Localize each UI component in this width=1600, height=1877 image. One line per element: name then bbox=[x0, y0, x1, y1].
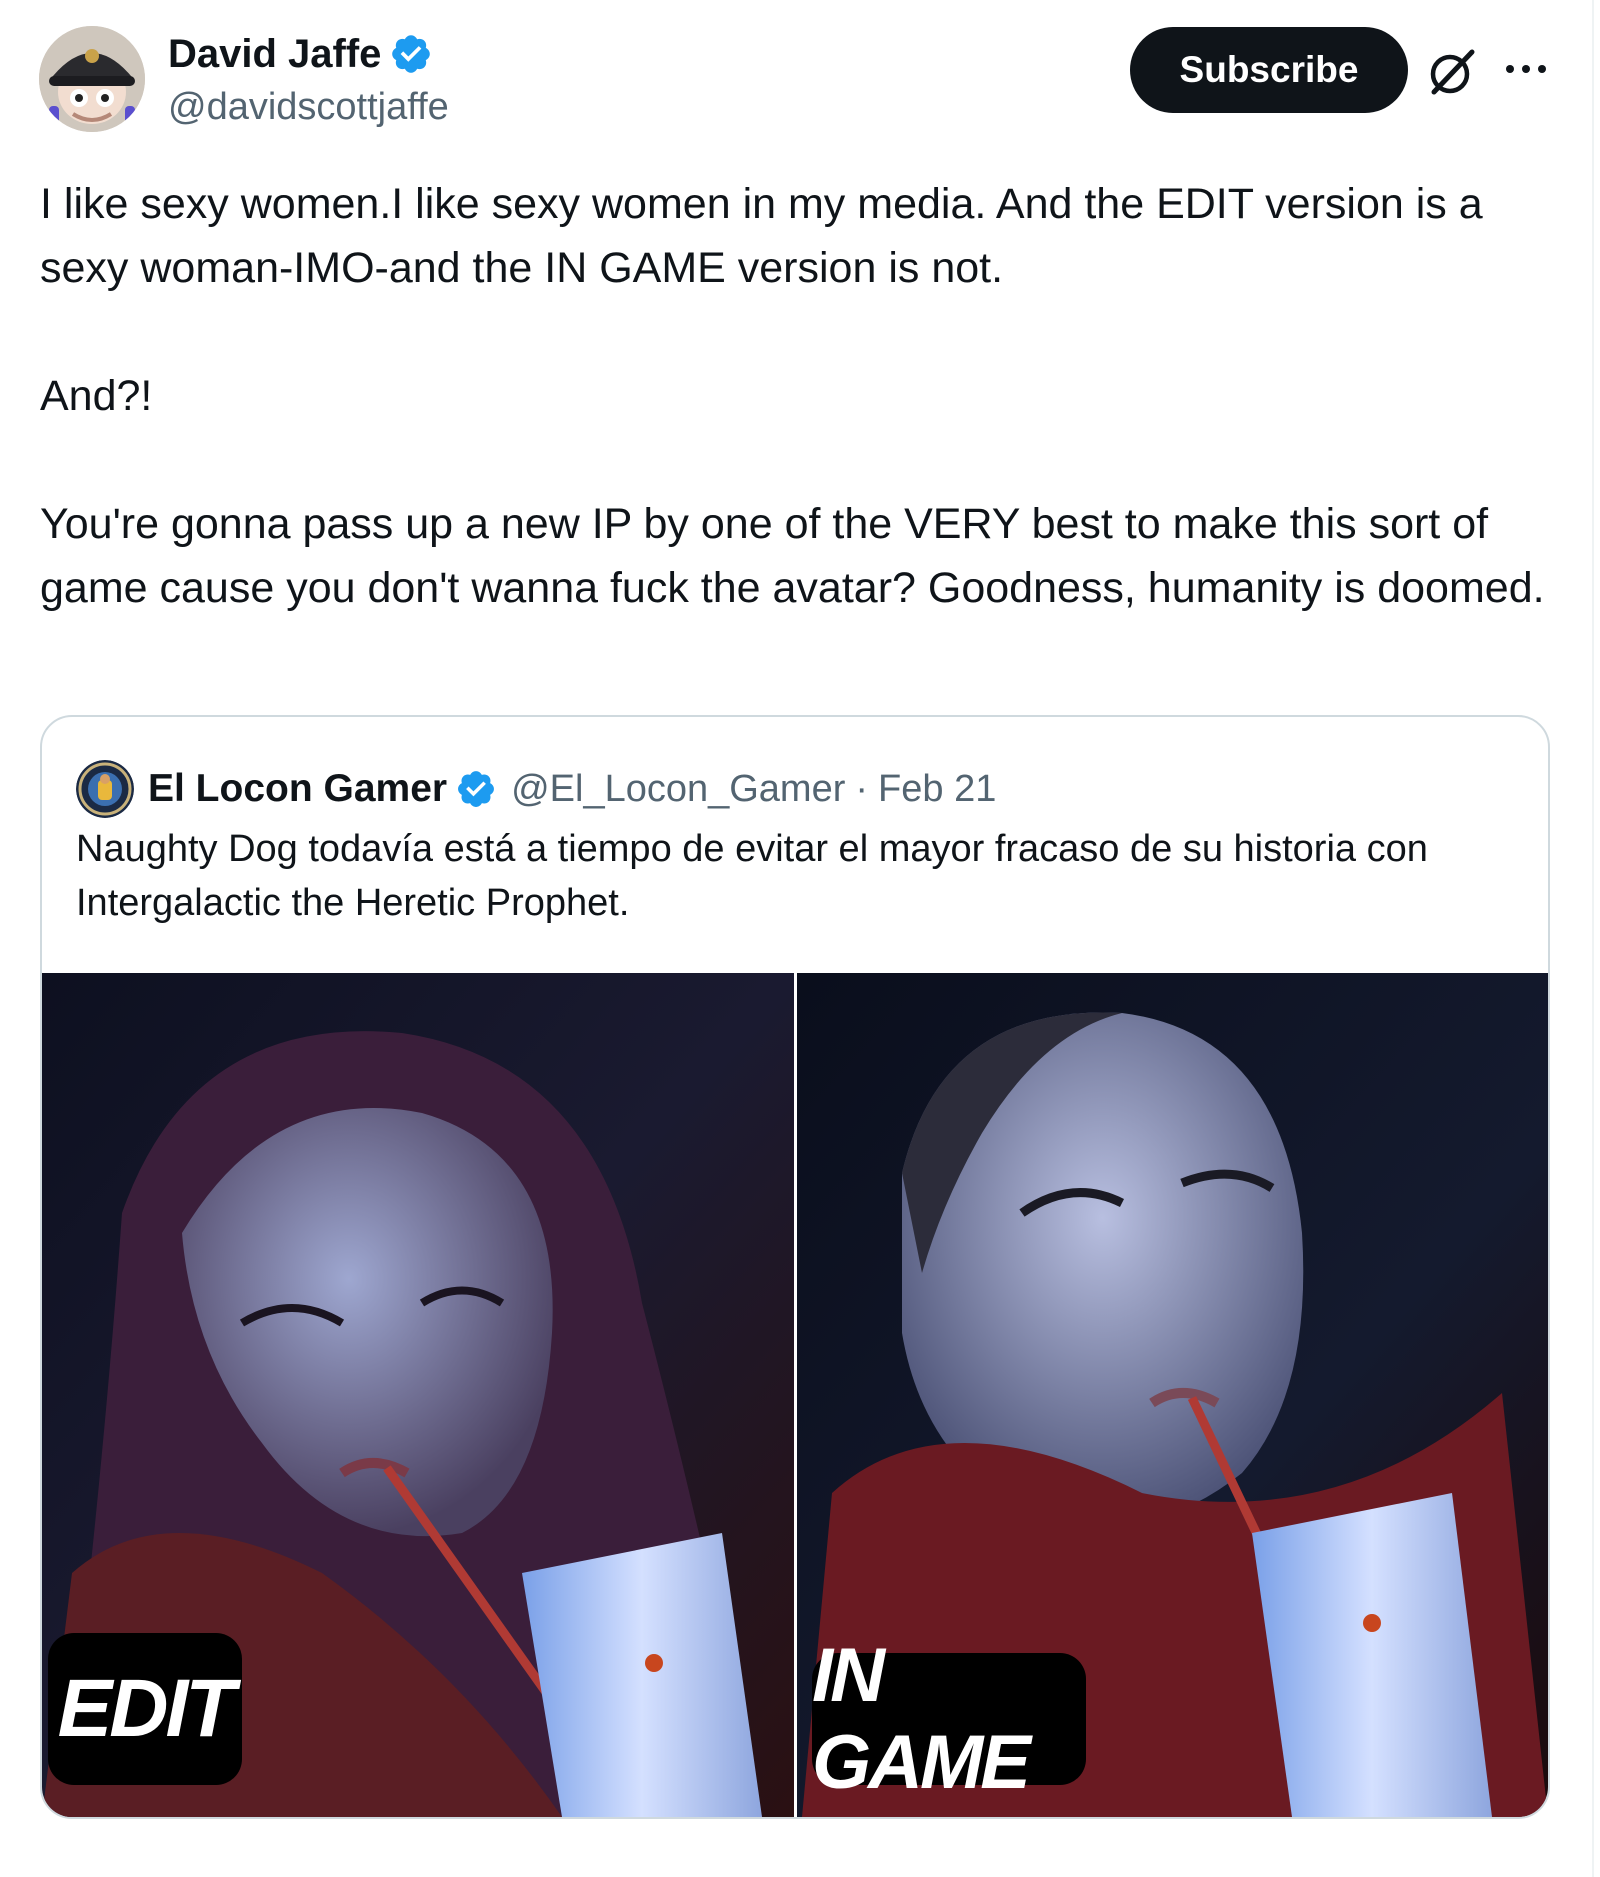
verified-badge-icon bbox=[392, 35, 431, 73]
grok-icon[interactable] bbox=[1426, 46, 1478, 98]
quoted-meta-separator: · bbox=[855, 767, 869, 810]
quoted-tweet-text: Naughty Dog todavía está a tiempo de evi… bbox=[76, 828, 1428, 924]
edit-label: EDIT bbox=[48, 1633, 242, 1785]
quoted-author-avatar[interactable] bbox=[76, 760, 134, 818]
quoted-tweet-header: El Locon Gamer @El_Locon_Gamer · Feb 21 bbox=[76, 757, 996, 821]
subscribe-button[interactable]: Subscribe bbox=[1130, 27, 1408, 113]
more-horizontal-icon[interactable] bbox=[1504, 54, 1548, 84]
quoted-tweet-media[interactable]: EDIT IN GAME bbox=[42, 973, 1548, 1817]
quoted-tweet-card[interactable]: El Locon Gamer @El_Locon_Gamer · Feb 21 … bbox=[40, 715, 1550, 1819]
column-divider bbox=[1592, 0, 1594, 1877]
author-avatar[interactable] bbox=[39, 26, 145, 132]
quoted-author-handle[interactable]: @El_Locon_Gamer bbox=[511, 768, 845, 811]
author-display-name[interactable]: David Jaffe bbox=[168, 28, 381, 80]
author-handle[interactable]: @davidscottjaffe bbox=[168, 82, 449, 132]
in-game-label: IN GAME bbox=[812, 1633, 1086, 1805]
quoted-verified-badge-icon bbox=[458, 771, 495, 807]
tweet-text: I like sexy women.I like sexy women in m… bbox=[40, 180, 1545, 612]
comparison-image bbox=[42, 973, 1548, 1817]
quoted-author-display-name[interactable]: El Locon Gamer bbox=[148, 767, 447, 811]
quoted-tweet-date[interactable]: Feb 21 bbox=[878, 768, 996, 811]
